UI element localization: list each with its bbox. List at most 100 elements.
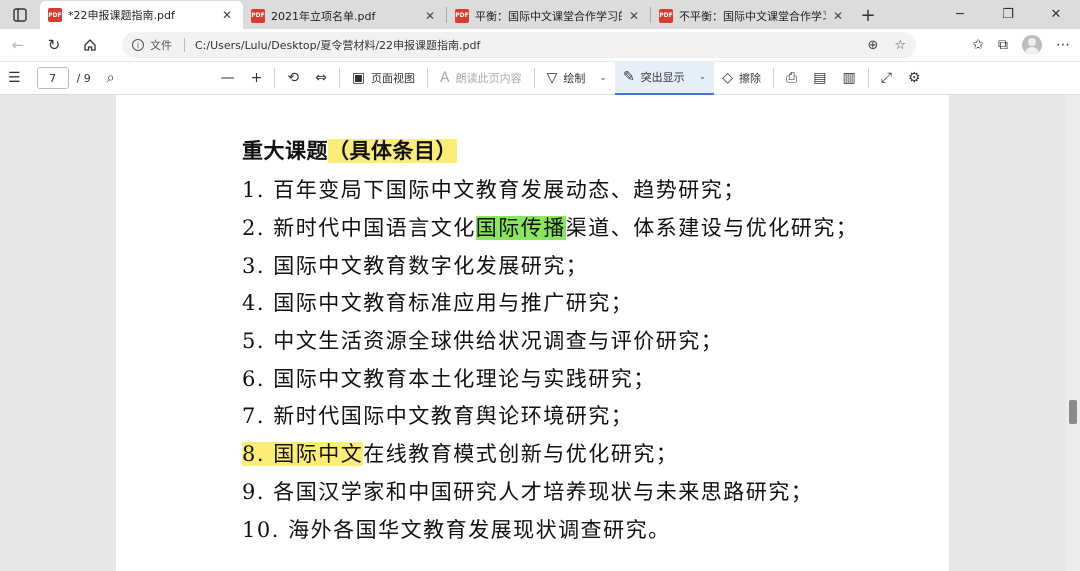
item-text: 渠道、体系建设与优化研究； <box>565 216 859 240</box>
tab-imbalance[interactable]: PDF 不平衡：国际中文课堂合作学习 ✕ <box>651 2 854 29</box>
close-tab-icon[interactable]: ✕ <box>219 8 235 22</box>
save-as-button[interactable]: ▥ <box>834 61 863 95</box>
omnibox-actions: ⊕ ☆ <box>867 38 906 53</box>
minimize-button[interactable]: ─ <box>936 0 984 29</box>
item-text: 4. 国际中文教育标准应用与推广研究； <box>242 291 634 315</box>
toolbar-divider <box>533 68 535 88</box>
pdf-viewport[interactable]: 重大课题（具体条目） 1. 百年变局下国际中文教育发展动态、趋势研究； 2. 新… <box>0 95 1080 571</box>
zoom-icon[interactable]: ⊕ <box>867 38 878 53</box>
home-button[interactable] <box>72 29 108 61</box>
plus-icon: + <box>250 70 263 86</box>
collections-icon[interactable]: ⧉ <box>998 37 1008 53</box>
profile-avatar[interactable] <box>1022 35 1042 55</box>
tab-2021-list[interactable]: PDF 2021年立项名单.pdf ✕ <box>243 2 446 29</box>
page-view-icon: ▣ <box>351 70 366 86</box>
fit-width-button[interactable]: ⇔ <box>307 61 335 95</box>
item-highlight: 国际传播 <box>475 216 566 240</box>
highlight-label: 突出显示 <box>640 71 685 84</box>
list-item: 1. 百年变局下国际中文教育发展动态、趋势研究； <box>242 174 746 204</box>
close-window-button[interactable]: ✕ <box>1032 0 1080 29</box>
list-item: 5. 中文生活资源全球供给状况调查与评价研究； <box>242 325 723 355</box>
back-button[interactable]: ← <box>0 29 36 61</box>
item-text: 10. 海外各国华文教育发展现状调查研究。 <box>242 518 671 542</box>
draw-label: 绘制 <box>563 72 586 85</box>
save-as-icon: ▥ <box>842 70 856 86</box>
item-highlight: 8. 国际中文 <box>242 442 364 466</box>
fullscreen-button[interactable]: ⤢ <box>873 61 900 95</box>
tab-title: *22申报课题指南.pdf <box>68 9 175 22</box>
item-text: 5. 中文生活资源全球供给状况调查与评价研究； <box>242 329 724 353</box>
restore-icon: ❐ <box>1002 7 1014 22</box>
pdf-settings-button[interactable]: ⚙ <box>900 61 929 95</box>
tab-22-guide[interactable]: PDF *22申报课题指南.pdf ✕ <box>40 1 243 29</box>
pdf-file-icon: PDF <box>455 8 469 23</box>
item-text: 在线教育模式创新与优化研究； <box>363 442 679 466</box>
print-button[interactable]: ⎙ <box>778 61 805 95</box>
find-button[interactable]: ⌕ <box>99 61 123 95</box>
tab-title: 2021年立项名单.pdf <box>271 9 376 23</box>
scrollbar-thumb[interactable] <box>1069 400 1077 424</box>
list-item: 10. 海外各国华文教育发展现状调查研究。 <box>242 514 671 544</box>
expand-icon: ⤢ <box>880 70 892 86</box>
print-icon: ⎙ <box>786 70 798 86</box>
list-item: 3. 国际中文教育数字化发展研究； <box>242 250 588 280</box>
heading-text: 重大课题 <box>242 139 328 163</box>
minimize-icon: ─ <box>956 7 964 22</box>
list-item: 9. 各国汉学家和中国研究人才培养现状与未来思路研究； <box>242 476 813 506</box>
chevron-down-icon[interactable]: ⌄ <box>699 72 707 82</box>
pdf-page: 重大课题（具体条目） 1. 百年变局下国际中文教育发展动态、趋势研究； 2. 新… <box>116 95 949 571</box>
maximize-button[interactable]: ❐ <box>984 0 1032 29</box>
item-text: 9. 各国汉学家和中国研究人才培养现状与未来思路研究； <box>242 480 814 504</box>
list-icon: ☰ <box>8 70 21 86</box>
zoom-out-button[interactable]: — <box>213 61 243 95</box>
section-heading: 重大课题（具体条目） <box>242 135 457 165</box>
info-icon[interactable]: i <box>132 39 144 51</box>
tab-strip: PDF *22申报课题指南.pdf ✕ PDF 2021年立项名单.pdf ✕ … <box>0 0 1080 29</box>
pdf-toolbar: ☰ 7 / 9 ⌕ — + ⟲ ⇔ ▣ 页面视图 A 朗读此页内容 ▽ 绘制 ⌄… <box>0 61 1080 95</box>
toolbar-right: ✩ ⧉ ⋯ <box>972 29 1070 61</box>
add-favorite-icon[interactable]: ☆ <box>894 38 906 53</box>
search-icon: ⌕ <box>106 70 115 86</box>
plus-icon: + <box>860 4 876 26</box>
url-text[interactable]: C:/Users/Lulu/Desktop/夏令营材料/22申报课题指南.pdf <box>195 37 867 53</box>
page-view-button[interactable]: ▣ 页面视图 <box>344 61 423 95</box>
list-item: 6. 国际中文教育本土化理论与实践研究； <box>242 363 656 393</box>
gear-icon: ⚙ <box>907 70 921 86</box>
omnibox-divider <box>184 38 185 52</box>
draw-button[interactable]: ▽ 绘制 ⌄ <box>539 61 615 95</box>
highlight-button[interactable]: ✎ 突出显示 ⌄ <box>614 61 715 95</box>
new-tab-button[interactable]: + <box>854 1 882 29</box>
tab-balance[interactable]: PDF 平衡：国际中文课堂合作学习的 ✕ <box>447 2 650 29</box>
rotate-icon: ⟲ <box>287 70 300 86</box>
item-text: 2. 新时代中国语言文化 <box>242 216 476 240</box>
vertical-scrollbar[interactable] <box>1066 95 1080 571</box>
item-text: 1. 百年变局下国际中文教育发展动态、趋势研究； <box>242 178 746 202</box>
table-of-contents-button[interactable]: ☰ <box>0 61 29 95</box>
eraser-icon: ◇ <box>722 70 734 86</box>
tab-actions-button[interactable] <box>0 0 40 29</box>
close-tab-icon[interactable]: ✕ <box>422 9 438 23</box>
rotate-button[interactable]: ⟲ <box>279 61 307 95</box>
refresh-button[interactable]: ↻ <box>36 29 72 61</box>
toolbar-divider <box>274 68 276 88</box>
toolbar-divider <box>427 68 429 88</box>
page-navigator: 7 / 9 <box>29 61 99 95</box>
more-options-icon[interactable]: ⋯ <box>1056 37 1070 53</box>
close-tab-icon[interactable]: ✕ <box>626 9 642 23</box>
pdf-file-icon: PDF <box>251 8 265 23</box>
zoom-in-button[interactable]: + <box>243 61 271 95</box>
chevron-down-icon[interactable]: ⌄ <box>599 73 607 83</box>
url-omnibox[interactable]: i 文件 C:/Users/Lulu/Desktop/夏令营材料/22申报课题指… <box>122 32 916 58</box>
window-controls: ─ ❐ ✕ <box>936 0 1080 29</box>
toolbar-divider <box>773 68 775 88</box>
fit-width-icon: ⇔ <box>315 70 327 86</box>
list-item: 4. 国际中文教育标准应用与推广研究； <box>242 287 633 317</box>
save-button[interactable]: ▤ <box>805 61 834 95</box>
erase-label: 擦除 <box>739 72 762 85</box>
favorites-icon[interactable]: ✩ <box>972 37 984 53</box>
close-tab-icon[interactable]: ✕ <box>830 9 846 23</box>
erase-button[interactable]: ◇ 擦除 <box>714 61 769 95</box>
read-aloud-button[interactable]: A 朗读此页内容 <box>432 61 530 95</box>
page-number-input[interactable]: 7 <box>36 67 69 89</box>
list-item: 2. 新时代中国语言文化国际传播渠道、体系建设与优化研究； <box>242 212 858 242</box>
